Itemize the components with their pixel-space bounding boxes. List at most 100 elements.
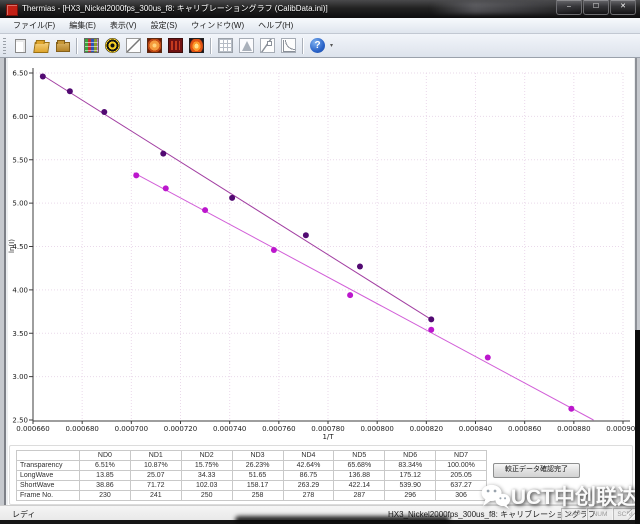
- table-cell: 26.23%: [232, 461, 283, 471]
- menu-bar: ファイル(F) 編集(E) 表示(V) 設定(S) ウィンドウ(W) ヘルプ(H…: [0, 18, 640, 34]
- x-tick-label: 0.000680: [65, 425, 98, 433]
- open-folder-icon: [33, 42, 50, 53]
- x-tick-label: 0.000780: [311, 425, 344, 433]
- thermal-image-icon: [147, 38, 162, 53]
- x-tick-label: 0.000760: [262, 425, 295, 433]
- table-cell: 38.86: [80, 481, 131, 491]
- window-border-left: [0, 58, 8, 521]
- graph-marker-button[interactable]: [257, 36, 278, 56]
- x-tick-label: 0.000900: [606, 425, 639, 433]
- table-row: ShortWave38.8671.72102.03158.17263.29422…: [17, 481, 487, 491]
- graph-curve-button[interactable]: [278, 36, 299, 56]
- x-tick-label: 0.000880: [557, 425, 590, 433]
- thermal-flame-button[interactable]: [186, 36, 207, 56]
- window-title: Thermias - [HX3_Nickel2000fps_300us_f8: …: [22, 3, 328, 14]
- y-tick-label: 5.00: [12, 200, 28, 208]
- table-cell: 175.12: [385, 471, 436, 481]
- data-point-longwave: [202, 207, 208, 213]
- graph-curve-icon: [281, 38, 296, 53]
- status-ready-text: レディ: [12, 509, 35, 520]
- x-axis-label: 1/T: [322, 433, 334, 441]
- table-cell: 51.65: [232, 471, 283, 481]
- y-tick-label: 3.00: [12, 373, 28, 381]
- menu-view[interactable]: 表示(V): [103, 18, 144, 33]
- table-row: Frame No.230241250258278287296306: [17, 491, 487, 501]
- data-grid-button[interactable]: [215, 36, 236, 56]
- y-tick-label: 5.50: [12, 156, 28, 164]
- maximize-button[interactable]: ☐: [583, 0, 609, 15]
- y-tick-label: 4.00: [12, 286, 28, 294]
- line-graph-icon: [126, 38, 141, 53]
- histogram-icon: [239, 38, 254, 53]
- table-cell: 422.14: [334, 481, 385, 491]
- help-icon: [310, 38, 325, 53]
- minimize-button[interactable]: –: [556, 0, 582, 15]
- toolbar-separator: [210, 38, 212, 54]
- data-point-longwave: [428, 327, 434, 333]
- menu-settings[interactable]: 設定(S): [144, 18, 185, 33]
- data-point-shortwave: [101, 109, 107, 115]
- window-border-right: [634, 58, 640, 330]
- close-button[interactable]: ✕: [610, 0, 636, 15]
- x-tick-label: 0.000860: [508, 425, 541, 433]
- table-row-label: ShortWave: [17, 481, 80, 491]
- table-cell: 158.17: [232, 481, 283, 491]
- new-file-icon: [15, 39, 26, 53]
- data-point-shortwave: [428, 316, 434, 322]
- table-cell: 25.07: [130, 471, 181, 481]
- table-header-nd3: ND3: [232, 451, 283, 461]
- y-tick-label: 6.00: [12, 113, 28, 121]
- x-tick-label: 0.000740: [213, 425, 246, 433]
- target-button[interactable]: [102, 36, 123, 56]
- y-tick-label: 2.50: [12, 417, 28, 425]
- thermal-image-button[interactable]: [144, 36, 165, 56]
- menu-window[interactable]: ウィンドウ(W): [184, 18, 251, 33]
- line-graph-button[interactable]: [123, 36, 144, 56]
- x-tick-label: 0.000800: [360, 425, 393, 433]
- calibration-confirm-button[interactable]: 較正データ確認完了: [493, 463, 580, 478]
- table-cell: 205.05: [436, 471, 487, 481]
- data-point-shortwave: [40, 73, 46, 79]
- toolbar-grip[interactable]: [3, 38, 6, 54]
- table-header-nd7: ND7: [436, 451, 487, 461]
- folder-button[interactable]: [52, 36, 73, 56]
- y-tick-label: 6.50: [12, 70, 28, 78]
- table-cell: 65.68%: [334, 461, 385, 471]
- nd-filter-table: ND0ND1ND2ND3ND4ND5ND6ND7Transparency6.51…: [16, 450, 487, 501]
- toolbar-overflow-icon[interactable]: ▾: [330, 42, 333, 49]
- x-tick-label: 0.000720: [164, 425, 197, 433]
- y-tick-label: 3.50: [12, 330, 28, 338]
- table-cell: 306: [436, 491, 487, 501]
- sensor-chip-icon: [84, 38, 99, 53]
- thermal-strip-button[interactable]: [165, 36, 186, 56]
- x-tick-label: 0.000660: [16, 425, 49, 433]
- menu-file[interactable]: ファイル(F): [6, 18, 62, 33]
- x-tick-label: 0.000840: [459, 425, 492, 433]
- menu-help[interactable]: ヘルプ(H): [251, 18, 300, 33]
- table-header-nd4: ND4: [283, 451, 334, 461]
- table-cell: 250: [181, 491, 232, 501]
- x-tick-label: 0.000820: [410, 425, 443, 433]
- window-border-bottom: [0, 520, 640, 524]
- table-cell: 296: [385, 491, 436, 501]
- table-cell: 34.33: [181, 471, 232, 481]
- histogram-button[interactable]: [236, 36, 257, 56]
- thermias-window: 0.000660 0.000680 0.000700 0.000720 0.000740…: [0, 0, 640, 524]
- table-corner-cell: [17, 451, 80, 461]
- table-header-nd1: ND1: [130, 451, 181, 461]
- sensor-button[interactable]: [81, 36, 102, 56]
- x-tick-label: 0.000700: [115, 425, 148, 433]
- data-point-shortwave: [303, 232, 309, 238]
- table-row-label: Frame No.: [17, 491, 80, 501]
- table-cell: 102.03: [181, 481, 232, 491]
- table-cell: 637.27: [436, 481, 487, 491]
- open-file-button[interactable]: [31, 36, 52, 56]
- help-button[interactable]: [307, 36, 328, 56]
- menu-edit[interactable]: 編集(E): [62, 18, 103, 33]
- new-file-button[interactable]: [10, 36, 31, 56]
- table-header-nd2: ND2: [181, 451, 232, 461]
- table-cell: 258: [232, 491, 283, 501]
- data-point-shortwave: [229, 195, 235, 201]
- data-point-longwave: [485, 355, 491, 361]
- toolbar-separator: [302, 38, 304, 54]
